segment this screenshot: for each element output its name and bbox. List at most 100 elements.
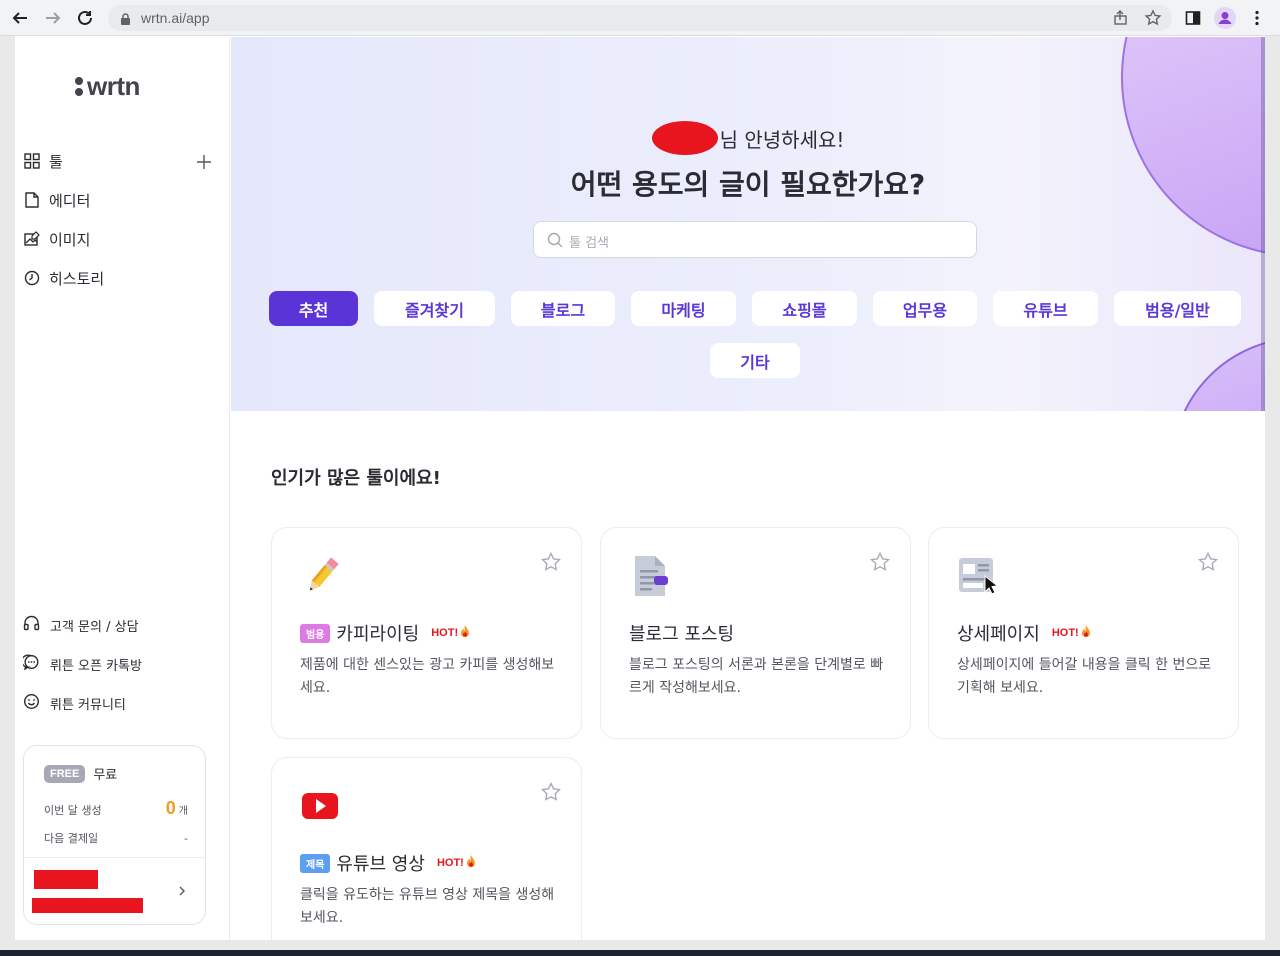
search-placeholder: 툴 검색 — [569, 236, 610, 251]
logo-text: wrtn — [87, 71, 140, 101]
add-tool-plus-icon[interactable] — [193, 151, 215, 173]
category-chip-general[interactable]: 범용/일반 — [1114, 291, 1241, 326]
youtube-icon — [300, 784, 344, 828]
window-frame-bottom — [0, 940, 1280, 950]
grid-icon — [23, 153, 40, 170]
help-item-label: 고객 문의 / 상담 — [50, 619, 139, 635]
category-chip-youtube[interactable]: 유튜브 — [993, 291, 1098, 326]
greeting: 님 안녕하세요! — [231, 121, 1265, 155]
tool-title: 카피라이팅 — [336, 624, 420, 645]
tool-card-detail-page[interactable]: 상세페이지 HOT! 상세페이지에 들어갈 내용을 클릭 한 번으로 기획해 보… — [928, 527, 1239, 739]
favorite-star-icon[interactable] — [1198, 551, 1218, 576]
category-chip-business[interactable]: 업무용 — [873, 291, 977, 326]
decorative-circle — [1171, 337, 1265, 411]
tool-description: 상세페이지에 들어갈 내용을 클릭 한 번으로 기획해 보세요. — [957, 657, 1212, 696]
greeting-text: 님 안녕하세요! — [719, 127, 845, 152]
url-text: wrtn.ai/app — [141, 10, 210, 26]
logo-dots-icon — [75, 77, 83, 96]
forward-arrow-icon[interactable] — [41, 6, 65, 30]
category-chip-etc[interactable]: 기타 — [710, 343, 800, 378]
tool-title: 블로그 포스팅 — [629, 624, 735, 645]
tool-card-blog-posting[interactable]: 블로그 포스팅 블로그 포스팅의 서론과 본론을 단계별로 빠르게 작성해보세요… — [600, 527, 911, 739]
tool-description: 블로그 포스팅의 서론과 본론을 단계별로 빠르게 작성해보세요. — [629, 657, 884, 696]
headset-icon — [23, 615, 40, 636]
tool-tag: 범용 — [300, 623, 331, 643]
sidebar-item-editor[interactable]: 에디터 — [23, 185, 223, 215]
hot-badge: HOT! — [437, 855, 476, 871]
tool-title: 유튜브 영상 — [336, 854, 425, 875]
fire-icon — [466, 855, 476, 871]
help-item-support[interactable]: 고객 문의 / 상담 — [23, 612, 223, 638]
browser-toolbar: wrtn.ai/app — [0, 0, 1280, 36]
help-item-label: 뤼튼 커뮤니티 — [50, 697, 126, 713]
share-icon[interactable] — [1112, 9, 1130, 31]
redacted-block — [32, 898, 143, 913]
tool-description: 제품에 대한 센스있는 광고 카피를 생성해보세요. — [300, 657, 555, 696]
tool-search-input[interactable]: 툴 검색 — [533, 221, 977, 258]
help-item-community[interactable]: 뤼튼 커뮤니티 — [23, 690, 223, 716]
section-title: 인기가 많은 툴이에요! — [271, 468, 441, 489]
chevron-right-icon[interactable] — [178, 882, 186, 901]
sidebar-item-history[interactable]: 히스토리 — [23, 263, 223, 293]
plan-name: 무료 — [93, 768, 118, 783]
tool-card-youtube-title[interactable]: 제목 유튜브 영상 HOT! 클릭을 유도하는 유튜브 영상 제목을 생성해보세… — [271, 757, 582, 940]
document-icon — [23, 192, 40, 209]
sidebar-item-image[interactable]: 이미지 — [23, 224, 223, 254]
help-item-label: 뤼튼 오픈 카톡방 — [50, 658, 142, 674]
image-icon — [23, 231, 40, 248]
category-chip-favorites[interactable]: 즐겨찾기 — [374, 291, 495, 326]
sidebar-item-label: 히스토리 — [49, 269, 105, 288]
search-icon — [547, 232, 563, 252]
address-bar[interactable]: wrtn.ai/app — [108, 5, 1172, 31]
hot-badge: HOT! — [1052, 625, 1091, 641]
plan-card: FREE 무료 이번 달 생성 0개 다음 결제일 - — [23, 745, 206, 925]
wrtn-logo[interactable]: wrtn — [75, 71, 140, 102]
pencil-icon — [300, 554, 344, 598]
help-item-kakao[interactable]: 뤼튼 오픈 카톡방 — [21, 651, 223, 677]
favorite-star-icon[interactable] — [870, 551, 890, 576]
plan-divider — [24, 857, 205, 858]
blog-doc-icon — [629, 554, 673, 598]
page-title: 어떤 용도의 글이 필요한가요? — [570, 168, 926, 201]
tool-description: 클릭을 유도하는 유튜브 영상 제목을 생성해보세요. — [300, 887, 555, 926]
plan-badge: FREE — [44, 764, 86, 783]
category-chip-blog[interactable]: 블로그 — [511, 291, 615, 326]
usage-count: 0 — [165, 798, 176, 818]
back-arrow-icon[interactable] — [8, 6, 32, 30]
next-payment-value: - — [184, 832, 188, 845]
profile-avatar-icon[interactable] — [1213, 6, 1237, 30]
side-panel-icon[interactable] — [1181, 6, 1205, 30]
window-frame-left — [0, 36, 15, 956]
favorite-star-icon[interactable] — [541, 551, 561, 576]
sidebar: wrtn 툴 에디터 이미지 히스토리 고객 문의 / 상담 뤼튼 오픈 카톡방… — [15, 37, 230, 940]
fire-icon — [460, 625, 470, 641]
detail-page-icon — [957, 554, 1001, 598]
hero-banner: 님 안녕하세요! 어떤 용도의 글이 필요한가요? 툴 검색 추천 즐겨찾기 블… — [231, 37, 1265, 411]
category-chip-marketing[interactable]: 마케팅 — [631, 291, 736, 326]
menu-dots-icon[interactable] — [1245, 6, 1269, 30]
tool-tag: 제목 — [300, 853, 331, 873]
tool-card-copywriting[interactable]: 범용 카피라이팅 HOT! 제품에 대한 센스있는 광고 카피를 생성해보세요. — [271, 527, 582, 739]
category-chip-recommended[interactable]: 추천 — [269, 291, 358, 326]
bookmark-star-icon[interactable] — [1144, 9, 1162, 31]
clock-icon — [23, 270, 40, 287]
sidebar-item-label: 에디터 — [49, 191, 91, 210]
chat-icon — [21, 654, 40, 675]
lock-icon — [120, 11, 131, 30]
reload-icon[interactable] — [73, 6, 97, 30]
redacted-block — [34, 870, 98, 889]
usage-unit: 개 — [178, 806, 188, 817]
hot-badge: HOT! — [431, 625, 470, 641]
redacted-username — [651, 121, 718, 155]
sidebar-item-label: 툴 — [49, 152, 63, 171]
category-chip-shopping[interactable]: 쇼핑몰 — [752, 291, 857, 326]
window-frame-right — [1265, 36, 1280, 956]
usage-label: 이번 달 생성 — [44, 804, 102, 817]
decorative-shade — [1261, 37, 1265, 411]
sidebar-item-label: 이미지 — [49, 230, 91, 249]
fire-icon — [1081, 625, 1091, 641]
next-payment-label: 다음 결제일 — [44, 832, 99, 845]
smile-icon — [23, 693, 40, 714]
favorite-star-icon[interactable] — [541, 781, 561, 806]
tool-title: 상세페이지 — [957, 624, 1040, 645]
